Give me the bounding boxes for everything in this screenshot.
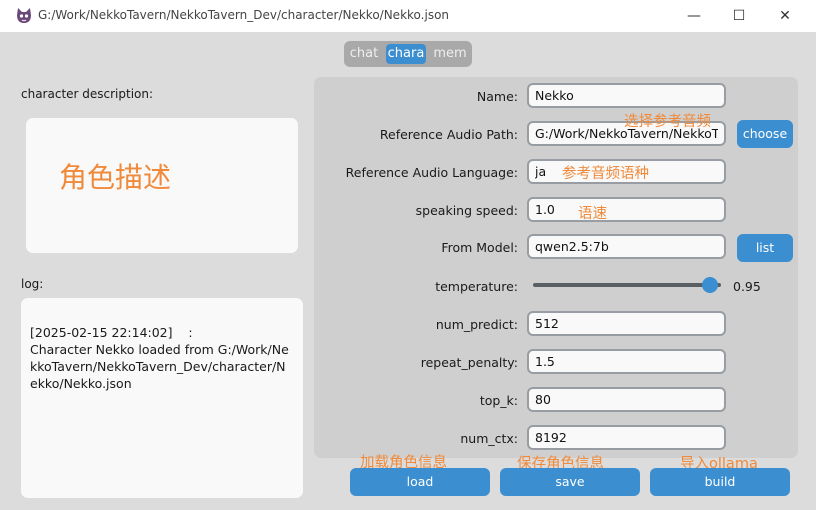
repeat-penalty-input[interactable] bbox=[527, 349, 726, 374]
name-label: Name: bbox=[476, 89, 518, 104]
speaking-speed-input[interactable] bbox=[527, 197, 726, 222]
description-label: character description: bbox=[21, 87, 154, 101]
speaking-speed-annotation: 语速 bbox=[578, 206, 607, 222]
ref-audio-lang-label: Reference Audio Language: bbox=[345, 165, 518, 180]
tab-mem[interactable]: mem bbox=[431, 44, 469, 64]
num-ctx-input[interactable] bbox=[527, 425, 726, 450]
list-models-button[interactable]: list bbox=[737, 234, 793, 262]
top-k-label: top_k: bbox=[479, 393, 518, 408]
ref-audio-path-label: Reference Audio Path: bbox=[379, 127, 518, 142]
save-button[interactable]: save bbox=[500, 468, 640, 496]
ref-audio-path-annotation: 选择参考音频 bbox=[624, 114, 711, 130]
top-k-input[interactable] bbox=[527, 387, 726, 412]
build-button[interactable]: build bbox=[650, 468, 790, 496]
temperature-value: 0.95 bbox=[733, 279, 761, 294]
temperature-slider-handle[interactable] bbox=[702, 277, 718, 293]
from-model-input[interactable] bbox=[527, 234, 726, 259]
tab-chat[interactable]: chat bbox=[347, 44, 381, 64]
choose-button[interactable]: choose bbox=[737, 120, 793, 148]
window-title: G:/Work/NekkoTavern/NekkoTavern_Dev/char… bbox=[38, 8, 450, 22]
app-icon bbox=[15, 7, 33, 25]
minimize-icon[interactable]: — bbox=[671, 0, 717, 32]
num-ctx-label: num_ctx: bbox=[460, 431, 518, 446]
temperature-label: temperature: bbox=[435, 279, 518, 294]
ref-audio-lang-annotation: 参考音频语种 bbox=[562, 166, 649, 182]
num-predict-input[interactable] bbox=[527, 311, 726, 336]
repeat-penalty-label: repeat_penalty: bbox=[420, 355, 518, 370]
temperature-slider[interactable] bbox=[533, 283, 721, 287]
speaking-speed-label: speaking speed: bbox=[415, 203, 518, 218]
name-input[interactable] bbox=[527, 83, 726, 108]
close-icon[interactable]: ✕ bbox=[762, 0, 808, 32]
description-annotation: 角色描述 bbox=[59, 161, 172, 194]
maximize-icon[interactable]: ☐ bbox=[716, 0, 762, 32]
log-text: [2025-02-15 22:14:02] : Character Nekko … bbox=[30, 325, 289, 391]
load-button[interactable]: load bbox=[350, 468, 490, 496]
tab-chara[interactable]: chara bbox=[386, 44, 426, 64]
from-model-label: From Model: bbox=[441, 240, 518, 255]
num-predict-label: num_predict: bbox=[435, 317, 518, 332]
log-label: log: bbox=[21, 277, 44, 291]
